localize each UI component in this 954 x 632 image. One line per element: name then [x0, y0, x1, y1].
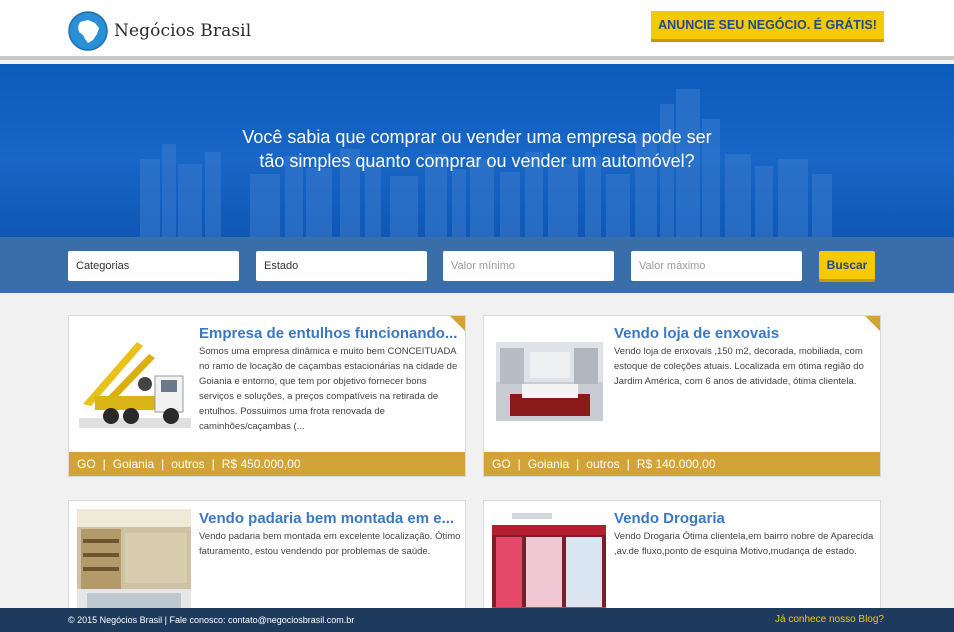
hero-line-2: tão simples quanto comprar ou vender um …: [259, 151, 695, 171]
store-image: [496, 342, 603, 421]
listing-card[interactable]: Vendo Drogaria Vendo Drogaria Ótima clie…: [483, 500, 881, 621]
state-select[interactable]: Estado: [256, 251, 427, 281]
advertise-button[interactable]: ANUNCIE SEU NEGÓCIO. É GRÁTIS!: [651, 11, 884, 42]
listing-category: outros: [586, 457, 620, 471]
hero-line-1: Você sabia que comprar ou vender uma emp…: [242, 127, 712, 147]
listing-card[interactable]: Vendo padaria bem montada em e... Vendo …: [68, 500, 466, 621]
footer-copyright: © 2015 Negócios Brasil | Fale conosco: c…: [68, 615, 355, 625]
site-footer: © 2015 Negócios Brasil | Fale conosco: c…: [0, 608, 954, 632]
listing-description: Vendo loja de enxovais ,150 m2, decorada…: [614, 346, 864, 387]
brazil-globe-icon: [68, 11, 108, 51]
listing-price: R$ 140.000,00: [636, 457, 716, 471]
categories-select[interactable]: Categorias: [68, 251, 239, 281]
listing-description: Vendo padaria bem montada em excelente l…: [199, 531, 461, 557]
max-value-input[interactable]: [631, 251, 802, 281]
listing-description: Somos uma empresa dinâmica e muito bem C…: [199, 346, 458, 432]
store-photo[interactable]: [496, 342, 603, 421]
pharmacy-image: [492, 509, 606, 621]
truck-photo[interactable]: [77, 324, 191, 439]
blog-link[interactable]: Já conhece nosso Blog?: [775, 614, 884, 625]
search-button[interactable]: Buscar: [819, 251, 875, 282]
site-header: Negócios Brasil ANUNCIE SEU NEGÓCIO. É G…: [0, 0, 954, 60]
search-bar: Categorias Estado Buscar: [0, 237, 954, 293]
logo-text: Negócios Brasil: [114, 21, 252, 41]
listing-title[interactable]: Empresa de entulhos funcionando...: [199, 325, 461, 342]
listing-title[interactable]: Vendo padaria bem montada em e...: [199, 510, 461, 527]
bakery-photo[interactable]: [77, 509, 191, 621]
hero-headline: Você sabia que comprar ou vender uma emp…: [0, 125, 954, 173]
logo[interactable]: Negócios Brasil: [68, 11, 251, 51]
listing-card[interactable]: Vendo loja de enxovais Vendo loja de enx…: [483, 315, 881, 477]
listing-title[interactable]: Vendo Drogaria: [614, 510, 876, 527]
truck-image: [77, 324, 191, 439]
listing-card[interactable]: Empresa de entulhos funcionando... Somos…: [68, 315, 466, 477]
pharmacy-photo[interactable]: [492, 509, 606, 621]
listing-meta: GO | Goiania | outros | R$ 450.000,00: [69, 452, 465, 476]
min-value-input[interactable]: [443, 251, 614, 281]
listing-description: Vendo Drogaria Ótima clientela,em bairro…: [614, 531, 874, 557]
listing-meta: GO | Goiania | outros | R$ 140.000,00: [484, 452, 880, 476]
listing-city: Goiania: [527, 457, 570, 471]
bakery-image: [77, 509, 191, 621]
listing-price: R$ 450.000,00: [221, 457, 301, 471]
listing-category: outros: [171, 457, 205, 471]
hero-banner: Você sabia que comprar ou vender uma emp…: [0, 64, 954, 237]
listing-state: GO: [77, 457, 96, 471]
listing-title[interactable]: Vendo loja de enxovais: [614, 325, 876, 342]
listing-city: Goiania: [112, 457, 155, 471]
listing-state: GO: [492, 457, 511, 471]
